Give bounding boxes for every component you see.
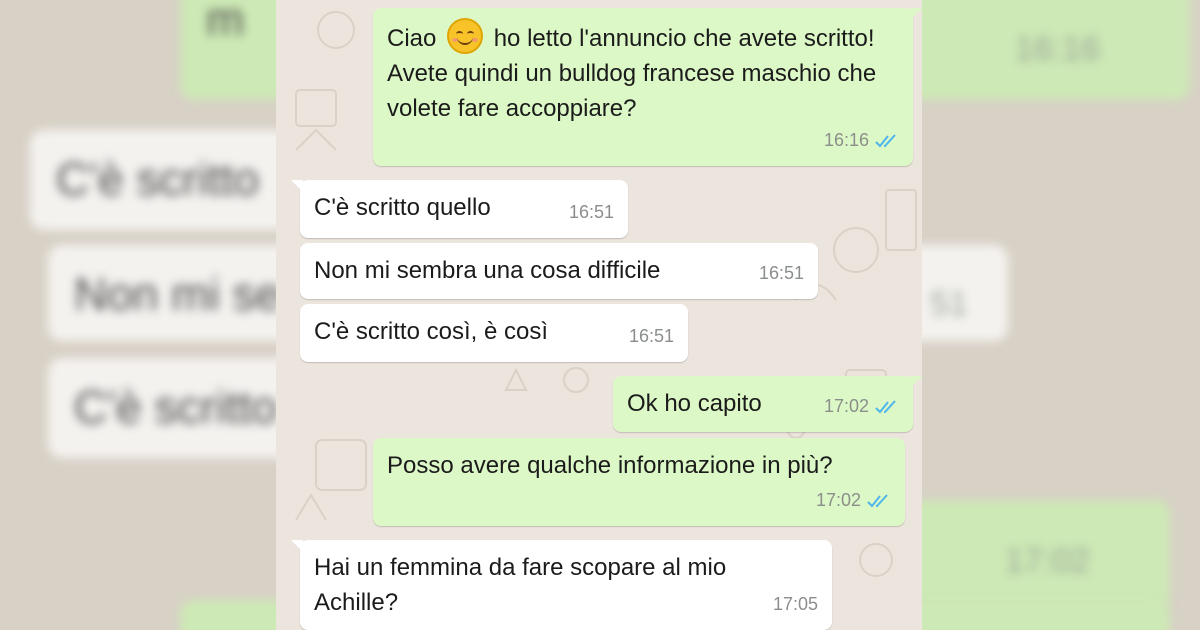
message-text-part: Hai un femmina da fare scopare al mio Ac…: [314, 554, 727, 616]
message-bubble-outgoing[interactable]: Ciao ho letto l'annuncio che avete scrit…: [373, 8, 922, 166]
bg-text: Non mi se: [74, 268, 282, 320]
bubble-tail: [291, 540, 303, 552]
message-text: Ciao ho letto l'annuncio che avete scrit…: [387, 18, 887, 126]
message-bubble-incoming[interactable]: Non mi sembra una cosa difficile 16:51: [300, 243, 818, 299]
message-time: 16:51: [568, 202, 614, 222]
message-meta: 17:05: [773, 587, 818, 622]
message-meta: 16:51: [759, 256, 804, 291]
bg-top-text: m: [206, 0, 245, 45]
double-check-read-icon: [867, 493, 888, 507]
bg-time: 16:16: [1014, 30, 1100, 68]
message-time: 16:51: [758, 263, 804, 283]
message-time: 17:02: [823, 396, 869, 416]
message-text: Non mi sembra una cosa difficile: [314, 257, 661, 284]
message-text: C'è scritto così, è così: [314, 318, 548, 345]
message-bubble-incoming[interactable]: Hai un femmina da fare scopare al mio Ac…: [291, 540, 832, 630]
message-text: Posso avere qualche informazione in più?: [387, 452, 833, 479]
message-text-part: Ciao: [387, 25, 444, 52]
message-time: 16:16: [823, 130, 869, 150]
message-bubble-outgoing[interactable]: Ok ho capito 17:02: [613, 376, 922, 432]
chat-panel[interactable]: Ciao ho letto l'annuncio che avete scrit…: [276, 0, 922, 630]
bg-text: C'è scritto: [74, 381, 278, 433]
bg-time: 51: [930, 285, 968, 323]
bg-time: 17:02: [1004, 542, 1090, 580]
bubble-tail: [910, 376, 922, 388]
message-meta: 17:02: [824, 389, 899, 424]
message-time: 17:05: [772, 594, 818, 614]
message-time: 17:02: [815, 490, 861, 510]
double-check-read-icon: [875, 133, 896, 147]
message-meta: 17:02: [816, 483, 891, 518]
message-meta: 16:16: [824, 123, 899, 158]
message-text: Hai un femmina da fare scopare al mio Ac…: [314, 550, 784, 620]
double-check-read-icon: [875, 399, 896, 413]
message-text: C'è scritto quello: [314, 194, 491, 221]
message-bubble-outgoing[interactable]: Posso avere qualche informazione in più?…: [373, 438, 905, 526]
smiling-face-icon: [447, 18, 484, 54]
message-bubble-incoming[interactable]: C'è scritto quello 16:51: [291, 180, 628, 238]
message-bubble-incoming[interactable]: C'è scritto così, è così 16:51: [300, 304, 688, 362]
message-time: 16:51: [628, 326, 674, 346]
message-meta: 16:51: [629, 319, 674, 354]
message-text: Ok ho capito: [627, 390, 762, 417]
bubble-tail: [910, 8, 922, 20]
message-meta: 16:51: [569, 195, 614, 230]
bg-text: C'è scritto: [56, 153, 260, 205]
bubble-tail: [291, 180, 303, 192]
